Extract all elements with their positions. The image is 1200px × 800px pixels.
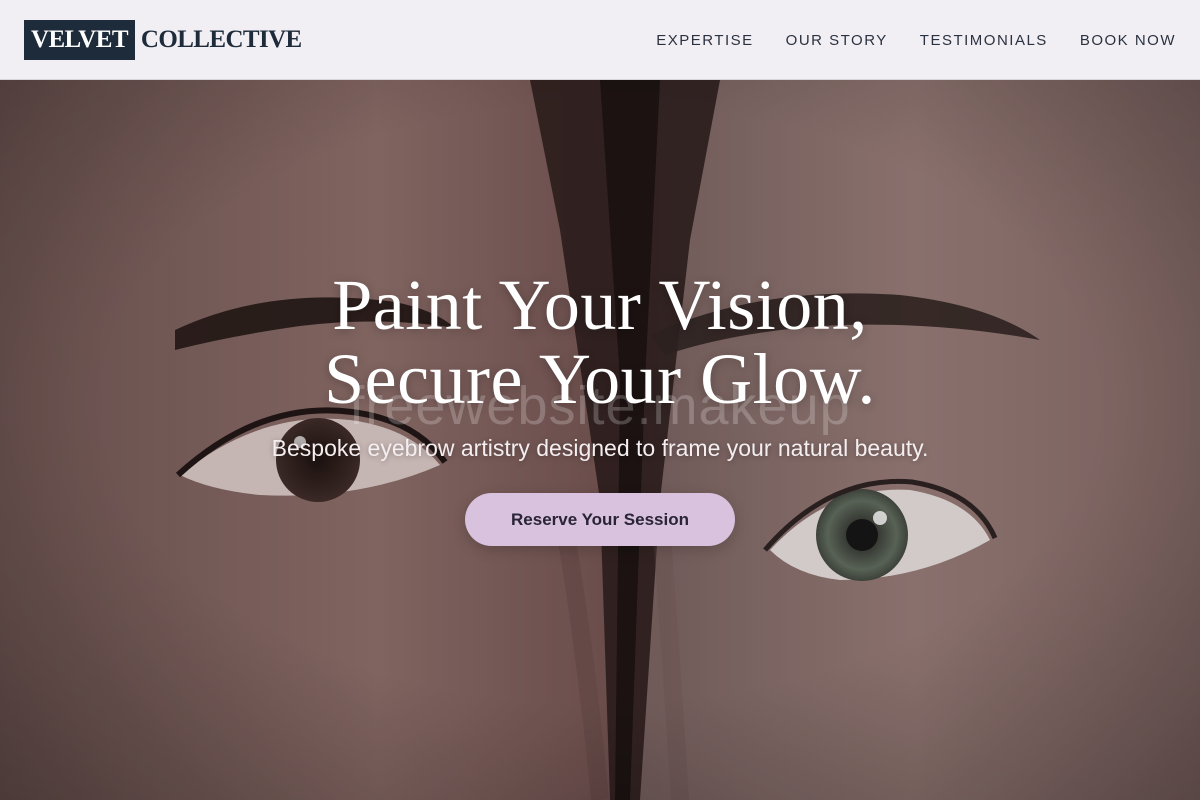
reserve-session-button[interactable]: Reserve Your Session — [465, 493, 735, 546]
main-nav: EXPERTISE OUR STORY TESTIMONIALS BOOK NO… — [624, 0, 1176, 80]
logo-text: COLLECTIVE — [140, 26, 302, 53]
hero-headline-line-1: Paint Your Vision, — [332, 265, 868, 345]
site-header: VELVET COLLECTIVE EXPERTISE OUR STORY TE… — [0, 0, 1200, 80]
nav-item-our-story[interactable]: OUR STORY — [786, 32, 888, 49]
hero-headline: Paint Your Vision, Secure Your Glow. — [0, 268, 1200, 416]
logo[interactable]: VELVET COLLECTIVE — [24, 20, 302, 60]
nav-item-expertise[interactable]: EXPERTISE — [656, 32, 753, 49]
nav-item-book-now[interactable]: BOOK NOW — [1080, 32, 1176, 49]
nav-item-testimonials[interactable]: TESTIMONIALS — [920, 32, 1048, 49]
hero-headline-line-2: Secure Your Glow. — [324, 339, 876, 419]
hero-section: freewebsite.makeup Paint Your Vision, Se… — [0, 80, 1200, 800]
hero-subheadline: Bespoke eyebrow artistry designed to fra… — [271, 435, 929, 461]
logo-box: VELVET — [24, 20, 135, 60]
